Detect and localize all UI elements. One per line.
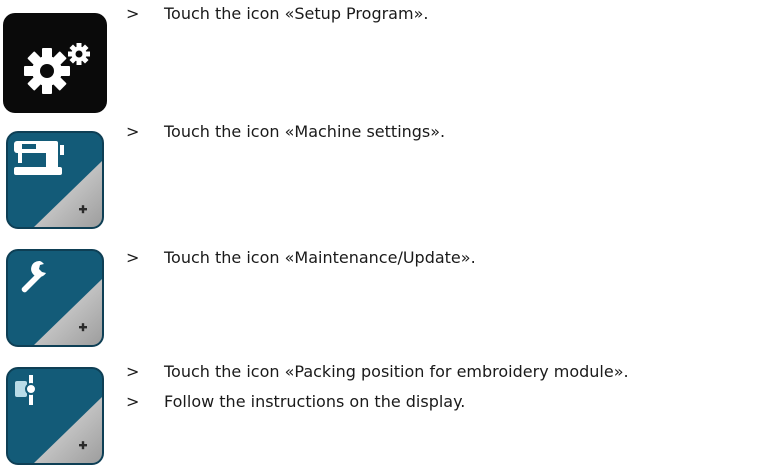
instruction-text: Touch the icon «Machine settings». — [164, 122, 446, 141]
instruction-line-machine-settings: > Touch the icon «Machine settings». — [126, 122, 445, 142]
gears-icon — [24, 43, 90, 94]
expand-corner — [34, 279, 102, 345]
machine-settings-icon[interactable] — [6, 131, 104, 229]
setup-program-icon[interactable] — [3, 13, 107, 113]
instruction-text: Touch the icon «Packing position for emb… — [164, 362, 629, 381]
instruction-text: Touch the icon «Maintenance/Update». — [164, 248, 476, 267]
instruction-bullet: > — [126, 392, 140, 411]
instruction-line-maintenance: > Touch the icon «Maintenance/Update». — [126, 248, 476, 268]
maintenance-update-icon[interactable] — [6, 249, 104, 347]
expand-corner — [34, 397, 102, 463]
instruction-line-follow-display: > Follow the instructions on the display. — [126, 392, 465, 412]
expand-corner — [34, 161, 102, 227]
instruction-line-packing-position: > Touch the icon «Packing position for em… — [126, 362, 629, 382]
instruction-text: Touch the icon «Setup Program». — [164, 4, 429, 23]
instruction-bullet: > — [126, 248, 140, 267]
packing-position-icon[interactable] — [6, 367, 104, 465]
instruction-bullet: > — [126, 4, 140, 23]
instruction-text: Follow the instructions on the display. — [164, 392, 466, 411]
instruction-line-setup-program: > Touch the icon «Setup Program». — [126, 4, 428, 24]
instruction-bullet: > — [126, 362, 140, 381]
instruction-bullet: > — [126, 122, 140, 141]
